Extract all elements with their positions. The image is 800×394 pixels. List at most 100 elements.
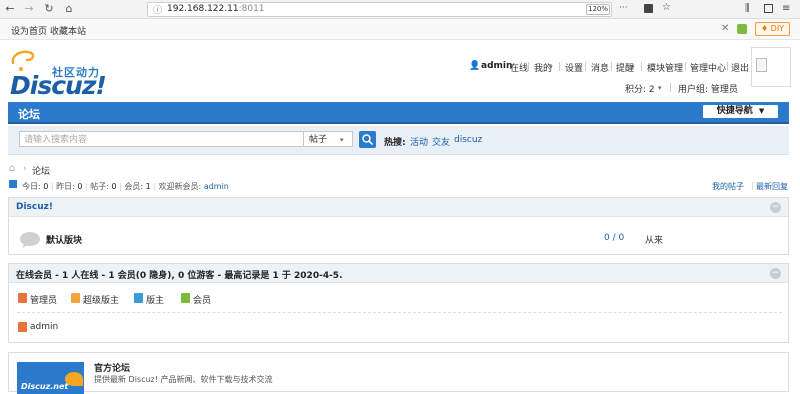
online-members-panel: 在线会员 - 1 人在线 - 1 会员(0 隐身), 0 位游客 - 最高记录是… (8, 263, 789, 343)
search-type-select[interactable]: 帖子 ▾ (304, 131, 353, 147)
legend-super-moderator: 超级版主 (83, 296, 120, 306)
username-link[interactable]: admin (481, 61, 512, 71)
posts-label: 帖子: (90, 182, 109, 191)
main-nav: 论坛 快捷导航 ▼ (8, 102, 789, 124)
points-menu[interactable]: 积分: 2 (625, 82, 655, 95)
search-bar: 请输入搜索内容 帖子 ▾ 热搜: 活动 交友 discuz (8, 126, 789, 155)
member-icon (181, 293, 190, 303)
panel-header: Discuz! − (9, 198, 788, 217)
hot-search-item[interactable]: 活动 (410, 135, 428, 148)
divider: | (751, 181, 754, 190)
search-input[interactable]: 请输入搜索内容 (19, 131, 304, 147)
home-icon[interactable]: ⌂ (62, 2, 76, 16)
online-members-title[interactable]: 在线会员 - 1 人在线 - 1 会员(0 隐身), 0 位游客 - 最高记录是… (16, 268, 343, 281)
collapse-icon[interactable]: − (770, 268, 781, 279)
hot-search-item[interactable]: discuz (454, 135, 482, 145)
logo-brand[interactable]: Discuz! (10, 71, 107, 100)
breadcrumb-current[interactable]: 论坛 (32, 164, 50, 177)
back-icon[interactable]: ← (3, 2, 17, 16)
today-count: 0 (43, 182, 49, 191)
newest-member-label: 欢迎新会员: (158, 182, 202, 191)
bookmark-site-link[interactable]: 收藏本站 (50, 24, 86, 37)
set-home-link[interactable]: 设为首页 (11, 24, 47, 37)
reload-icon[interactable]: ↻ (42, 2, 56, 16)
browser-toolbar: ← → ↻ ⌂ ⓘ 192.168.122.11:8011 120% ··· ☆… (0, 0, 800, 19)
close-icon[interactable]: ✕ (721, 23, 729, 34)
chevron-down-icon[interactable]: ▾ (549, 63, 553, 71)
divider (528, 62, 529, 71)
hot-search-item[interactable]: 交友 (432, 135, 450, 148)
forum-bubble-icon (20, 232, 40, 248)
divider (727, 62, 728, 71)
official-forum-title[interactable]: 官方论坛 (94, 361, 130, 374)
newest-member-link[interactable]: admin (204, 182, 229, 191)
super-moderator-icon (71, 293, 80, 303)
diy-button[interactable]: ♦ DIY (755, 22, 790, 36)
posts-count: 0 (111, 182, 117, 191)
chevron-down-icon[interactable]: ▾ (631, 63, 635, 71)
info-icon[interactable]: ⓘ (153, 3, 162, 16)
zoom-indicator[interactable]: 120% (586, 4, 610, 15)
official-forum-logo[interactable]: Discuz.net (17, 362, 84, 394)
divider (611, 62, 612, 71)
board-last-post: 从来 (645, 236, 664, 246)
logo-swoosh-icon (11, 50, 35, 71)
quick-nav-label: 快捷导航 (716, 106, 753, 116)
collapse-icon[interactable]: − (770, 202, 781, 213)
admin-center-link[interactable]: 管理中心 (690, 61, 726, 74)
forward-icon[interactable]: → (22, 2, 36, 16)
module-manage-link[interactable]: 模块管理 (647, 61, 683, 74)
avatar[interactable] (751, 47, 791, 87)
hot-search-label: 热搜: (384, 138, 406, 148)
pocket-icon[interactable] (644, 4, 653, 13)
quick-nav-button[interactable]: 快捷导航 ▼ (703, 105, 778, 118)
legend-admin: 管理员 (30, 296, 58, 306)
official-forum-panel: Discuz.net 官方论坛 提供最新 Discuz! 产品新闻、软件下载与技… (8, 352, 789, 394)
logout-link[interactable]: 退出 (731, 61, 749, 74)
search-type-label: 帖子 (309, 135, 328, 145)
more-icon[interactable]: ··· (619, 3, 628, 13)
url-port: :8011 (238, 4, 265, 14)
board-name-link[interactable]: 默认版块 (46, 233, 82, 246)
online-status[interactable]: 在线 (510, 61, 528, 74)
board-counts: 0 / 0 (604, 233, 625, 243)
admin-user-icon (18, 322, 27, 332)
messages-link[interactable]: 消息 (591, 61, 609, 74)
bookmark-star-icon[interactable]: ☆ (662, 2, 671, 13)
yesterday-label: 昨日: (56, 182, 75, 191)
members-count: 1 (145, 182, 151, 191)
usergroup-link[interactable]: 用户组: 管理员 (678, 82, 738, 95)
yesterday-count: 0 (77, 182, 83, 191)
menu-icon[interactable]: ≡ (782, 3, 790, 14)
latest-reply-link[interactable]: 最新回复 (756, 181, 788, 192)
online-user-link[interactable]: admin (30, 322, 58, 332)
legend-moderator: 版主 (146, 296, 165, 306)
search-icon (362, 134, 373, 145)
today-label: 今日: (22, 182, 41, 191)
user-icon: 👤 (469, 61, 481, 71)
nav-forum-tab[interactable]: 论坛 (18, 106, 40, 122)
chevron-down-icon[interactable]: ▾ (658, 84, 662, 92)
settings-link[interactable]: 设置 (565, 61, 583, 74)
breadcrumb-separator-icon: › (23, 164, 27, 174)
home-icon[interactable]: ⌂ (9, 163, 15, 174)
forum-group-panel: Discuz! − 默认版块 0 / 0 从来 (8, 197, 789, 255)
library-icon[interactable]: ⫼ (745, 3, 750, 14)
panel-header: 在线会员 - 1 人在线 - 1 会员(0 隐身), 0 位游客 - 最高记录是… (9, 264, 788, 283)
site-topbar: 设为首页 收藏本站 ✕ ♦ DIY (0, 19, 800, 40)
address-bar[interactable]: ⓘ 192.168.122.11:8011 120% ··· ☆ (147, 2, 671, 17)
official-forum-desc: 提供最新 Discuz! 产品新闻、软件下载与技术交流 (94, 375, 273, 384)
sidebar-icon[interactable] (764, 4, 773, 13)
search-button[interactable] (359, 131, 376, 148)
forum-group-title[interactable]: Discuz! (16, 202, 53, 212)
divider (585, 62, 586, 71)
divider (685, 62, 686, 71)
logo-swoosh-icon (65, 372, 83, 386)
admin-user-icon (18, 293, 27, 303)
stats-line: 今日: 0 | 昨日: 0 | 帖子: 0 | 会员: 1 | 欢迎新会员: a… (22, 182, 229, 191)
avatar-placeholder-icon (756, 58, 767, 72)
chevron-down-icon: ▼ (758, 107, 765, 115)
divider (559, 62, 560, 71)
my-posts-link[interactable]: 我的帖子 (712, 181, 744, 192)
color-icon[interactable] (737, 24, 747, 34)
